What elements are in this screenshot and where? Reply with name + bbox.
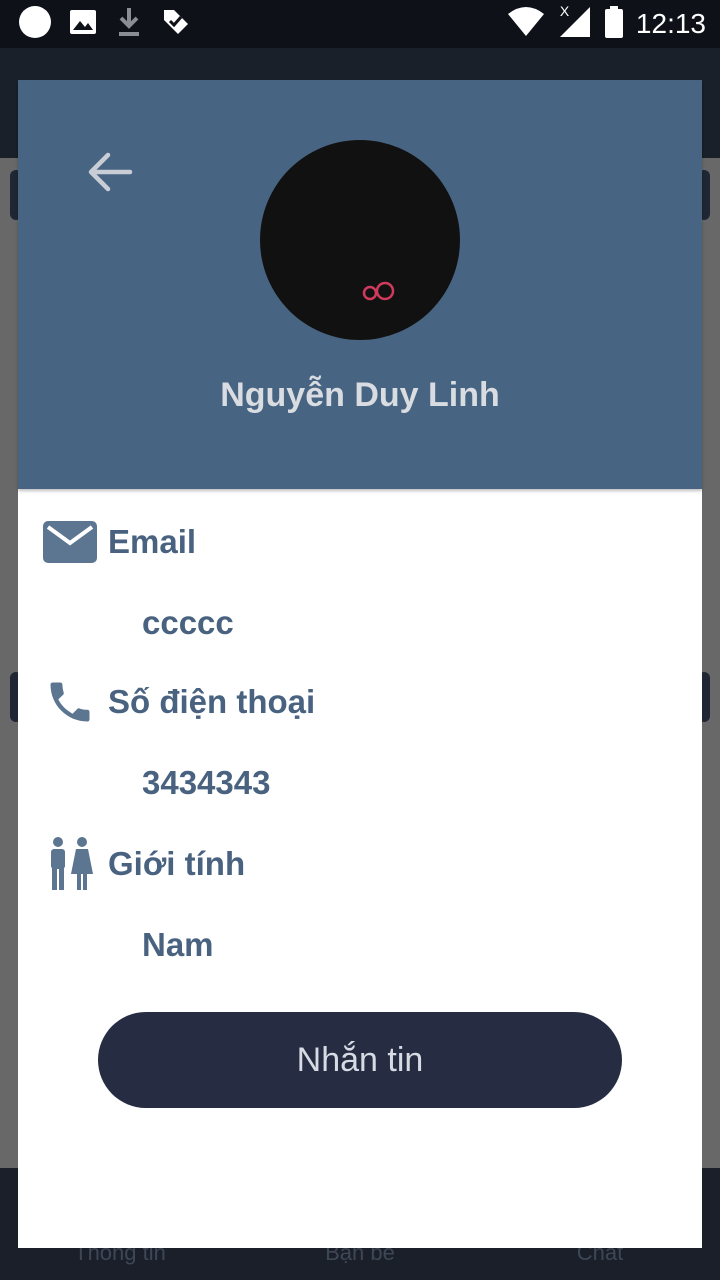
status-left-icons <box>18 5 192 44</box>
status-right-icons: X 12:13 <box>506 2 706 44</box>
gender-row: Giới tính <box>42 834 245 894</box>
gender-label: Giới tính <box>108 845 246 882</box>
message-button-label: Nhắn tin <box>296 1040 424 1079</box>
status-time: 12:13 <box>635 8 706 39</box>
gender-value: Nam <box>142 926 214 963</box>
phone-value: 3434343 <box>142 764 271 801</box>
phone-label: Số điện thoại <box>108 683 316 720</box>
network-mark: X <box>559 2 570 19</box>
signal-icon: X <box>558 2 592 44</box>
avatar[interactable] <box>260 140 460 340</box>
email-row: Email <box>42 512 196 572</box>
email-value: ccccc <box>142 604 234 641</box>
checklist-icon <box>160 6 192 43</box>
battery-icon <box>604 5 624 43</box>
people-icon <box>42 836 98 892</box>
profile-name: Nguyễn Duy Linh <box>220 376 500 414</box>
email-label: Email <box>108 523 197 560</box>
status-bar: X 12:13 <box>0 0 720 48</box>
message-button[interactable]: Nhắn tin <box>98 1012 622 1108</box>
arrow-left-icon <box>84 152 136 202</box>
profile-dialog: Nguyễn Duy Linh Email ccccc Số điện thoạ… <box>18 80 702 1248</box>
image-icon <box>68 7 98 42</box>
profile-header: Nguyễn Duy Linh <box>18 80 702 489</box>
phone-icon <box>42 674 98 730</box>
download-icon <box>114 5 144 44</box>
envelope-icon <box>42 514 98 570</box>
circle-icon <box>18 5 52 44</box>
wifi-icon <box>506 6 546 43</box>
avatar-mark <box>362 281 395 301</box>
phone-row: Số điện thoại <box>42 672 315 732</box>
back-button[interactable] <box>84 146 136 198</box>
